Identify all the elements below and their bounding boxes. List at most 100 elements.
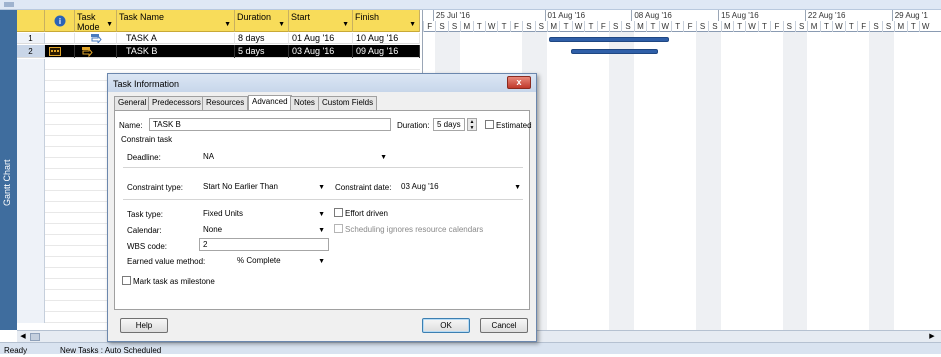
wbs-code-label: WBS code: [127, 242, 168, 251]
tab-custom-fields[interactable]: Custom Fields [318, 96, 378, 110]
tab-general[interactable]: General [114, 96, 151, 110]
tab-predecessors[interactable]: Predecessors [148, 96, 205, 110]
chevron-down-icon[interactable]: ▼ [318, 225, 325, 236]
task-name-header[interactable]: Task Name ▼ [117, 10, 235, 32]
duration-header[interactable]: Duration ▼ [235, 10, 289, 32]
finish-header[interactable]: Finish ▼ [353, 10, 420, 32]
constraint-type-value: Start No Earlier Than [203, 182, 278, 191]
task-type-dropdown[interactable]: Fixed Units ▼ [199, 207, 329, 220]
row-number[interactable]: 2 [17, 45, 45, 58]
ribbon-strip [0, 0, 941, 10]
duration-field[interactable]: 5 days [433, 118, 465, 131]
tab-advanced[interactable]: Advanced [248, 95, 292, 110]
deadline-dropdown[interactable]: NA ▼ [199, 150, 391, 163]
start-cell[interactable]: 01 Aug '16 [289, 33, 353, 44]
timescale-day: W [832, 21, 844, 32]
task-mode-cell[interactable] [75, 33, 117, 44]
earned-value-dropdown[interactable]: % Complete ▼ [233, 254, 329, 267]
timescale-day: W [919, 21, 931, 32]
scheduling-ignores-checkbox[interactable] [334, 224, 343, 233]
timescale-day: S [869, 21, 881, 32]
timescale-day: S [447, 21, 460, 32]
task-information-dialog: Task Information x General Predecessors … [107, 73, 537, 342]
chevron-down-icon[interactable]: ▼ [380, 152, 387, 163]
close-icon[interactable]: x [507, 76, 531, 89]
finish-cell[interactable]: 10 Aug '16 [353, 33, 420, 44]
indicator-column-header[interactable]: i [45, 10, 75, 32]
row-number[interactable]: 1 [17, 33, 45, 44]
start-cell[interactable]: 03 Aug '16 [289, 45, 353, 58]
task-type-label: Task type: [127, 210, 164, 219]
timescale-day: S [435, 21, 447, 32]
weekend-shading [609, 32, 634, 330]
tab-notes[interactable]: Notes [290, 96, 319, 110]
chevron-down-icon[interactable]: ▼ [318, 209, 325, 220]
indicator-cell[interactable] [45, 45, 75, 58]
dialog-titlebar[interactable]: Task Information x [108, 74, 536, 92]
indicator-cell [45, 33, 75, 44]
empty-row[interactable] [17, 59, 420, 70]
duration-spinner[interactable]: ▲ ▼ [467, 118, 477, 131]
task-name-cell[interactable]: TASK B [117, 45, 235, 58]
auto-scheduled-icon [82, 47, 93, 57]
timescale-day: S [609, 21, 621, 32]
ok-button[interactable]: OK [422, 318, 470, 333]
select-all-corner[interactable] [17, 10, 45, 32]
chevron-down-icon[interactable]: ▼ [278, 20, 285, 30]
help-button[interactable]: Help [120, 318, 168, 333]
chevron-down-icon[interactable]: ▼ [342, 20, 349, 30]
chevron-down-icon[interactable]: ▼ [224, 20, 231, 30]
timescale-day: S [795, 21, 807, 32]
constraint-date-dropdown[interactable]: 03 Aug '16 ▼ [397, 180, 525, 193]
timescale-day: S [708, 21, 720, 32]
status-new-tasks[interactable]: New Tasks : Auto Scheduled [60, 345, 161, 357]
name-field[interactable]: TASK B [149, 118, 391, 131]
timescale-day: S [881, 21, 894, 32]
view-shortcut-icons[interactable] [841, 345, 921, 353]
earned-value-label: Earned value method: [127, 257, 206, 266]
grid-header: i Task Mode ▼ Task Name ▼ Duration ▼ Start ▼… [17, 10, 420, 32]
view-bar[interactable]: Gantt Chart [0, 10, 17, 330]
tab-resources[interactable]: Resources [202, 96, 249, 110]
timescale-day: F [683, 21, 695, 32]
constraint-date-label: Constraint date: [335, 183, 392, 192]
calendar-label: Calendar: [127, 226, 162, 235]
timescale-week: 29 Aug '1 [891, 10, 928, 21]
calendar-dropdown[interactable]: None ▼ [199, 223, 329, 236]
constraint-type-dropdown[interactable]: Start No Earlier Than ▼ [199, 180, 329, 193]
cancel-button[interactable]: Cancel [480, 318, 528, 333]
chevron-down-icon[interactable]: ▼ [318, 256, 325, 267]
duration-label: Duration: [397, 121, 430, 130]
timescale-day: T [646, 21, 658, 32]
task-mode-header[interactable]: Task Mode ▼ [75, 10, 117, 32]
estimated-checkbox[interactable] [485, 120, 494, 129]
scroll-thumb[interactable] [30, 333, 40, 341]
duration-cell[interactable]: 5 days [235, 45, 289, 58]
chevron-down-icon[interactable]: ▼ [514, 182, 521, 193]
wbs-code-field[interactable]: 2 [199, 238, 329, 251]
chevron-down-icon[interactable]: ▼ [106, 20, 113, 30]
quick-access-icon[interactable] [4, 2, 14, 7]
duration-header-label: Duration [237, 12, 272, 22]
scroll-left-icon[interactable]: ◀ [17, 332, 29, 342]
task-mode-cell[interactable] [75, 45, 117, 58]
scroll-right-icon[interactable]: ▶ [927, 332, 937, 342]
task-name-cell[interactable]: TASK A [117, 33, 235, 44]
chevron-down-icon[interactable]: ▼ [409, 20, 416, 30]
start-header[interactable]: Start ▼ [289, 10, 353, 32]
table-row-selected[interactable]: TASK B 5 days 03 Aug '16 09 Aug '16 [45, 45, 420, 58]
task-a-bar[interactable] [549, 37, 669, 42]
weekend-shading [869, 32, 895, 330]
timescale[interactable]: FSSMTWTFSSMTWTFSSMTWTFSSMTWTFSSMTWTFSSMT… [423, 10, 941, 32]
effort-driven-checkbox[interactable] [334, 208, 343, 217]
milestone-checkbox[interactable] [122, 276, 131, 285]
finish-cell[interactable]: 09 Aug '16 [353, 45, 420, 58]
task-mode-header-label: Task Mode [77, 12, 100, 32]
duration-cell[interactable]: 8 days [235, 33, 289, 44]
constraint-date-value: 03 Aug '16 [401, 182, 439, 191]
timescale-day: W [658, 21, 671, 32]
task-b-bar[interactable] [571, 49, 658, 54]
timescale-day: T [497, 21, 509, 32]
chevron-down-icon[interactable]: ▼ [318, 182, 325, 193]
table-row[interactable]: TASK A 8 days 01 Aug '16 10 Aug '16 [45, 33, 420, 44]
